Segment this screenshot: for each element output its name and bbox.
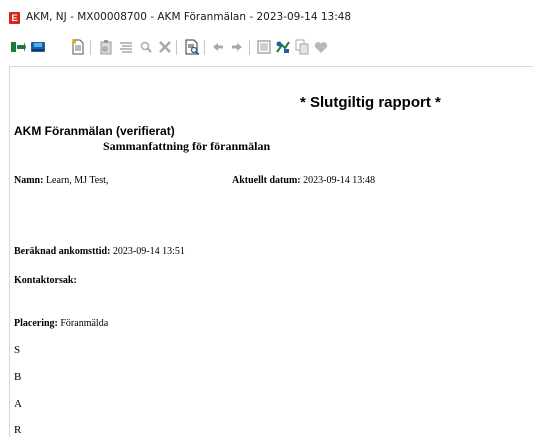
paste-icon[interactable] bbox=[98, 39, 114, 55]
toolbar-separator bbox=[176, 40, 177, 55]
copy-icon[interactable] bbox=[294, 39, 310, 55]
forward-arrow-icon[interactable] bbox=[229, 39, 245, 55]
save-icon[interactable] bbox=[30, 39, 46, 55]
print-preview-icon[interactable] bbox=[184, 39, 200, 55]
sign-icon[interactable] bbox=[275, 39, 291, 55]
application-window: E AKM, NJ - MX00008700 - AKM Föranmälan … bbox=[0, 0, 533, 437]
placement-value: Föranmälda bbox=[60, 318, 109, 329]
toolbar-separator bbox=[90, 40, 91, 55]
name-field: Namn: Learn, MJ Test, bbox=[14, 175, 108, 186]
window-title: AKM, NJ - MX00008700 - AKM Föranmälan - … bbox=[26, 11, 352, 23]
name-value: Learn, MJ Test, bbox=[45, 175, 109, 186]
app-icon: E bbox=[9, 12, 20, 24]
placement-field: Placering: Föranmälda bbox=[14, 318, 108, 329]
eta-value: 2023-09-14 13:51 bbox=[112, 246, 185, 257]
heart-icon[interactable] bbox=[313, 39, 329, 55]
back-arrow-icon[interactable] bbox=[210, 39, 226, 55]
image-icon[interactable] bbox=[256, 39, 272, 55]
sbar-a: A bbox=[14, 398, 22, 410]
current-date-field: Aktuellt datum: 2023-09-14 13:48 bbox=[232, 175, 375, 186]
eta-field: Beräknad ankomsttid: 2023-09-14 13:51 bbox=[14, 246, 185, 257]
title-bar: E AKM, NJ - MX00008700 - AKM Föranmälan … bbox=[0, 0, 533, 34]
name-label: Namn: bbox=[14, 175, 44, 186]
contact-reason-label: Kontaktorsak: bbox=[14, 275, 77, 286]
sbar-s: S bbox=[14, 344, 21, 356]
eta-label: Beräknad ankomsttid: bbox=[14, 246, 111, 257]
align-icon[interactable] bbox=[118, 39, 134, 55]
report-subtitle: Sammanfattning för föranmälan bbox=[103, 139, 271, 153]
toolbar-separator bbox=[249, 40, 250, 55]
current-date-label: Aktuellt datum: bbox=[232, 175, 301, 186]
new-document-icon[interactable] bbox=[70, 39, 86, 55]
sbar-r: R bbox=[14, 424, 22, 436]
report-title: AKM Föranmälan (verifierat) bbox=[14, 124, 175, 138]
contact-reason-field: Kontaktorsak: bbox=[14, 275, 77, 286]
zoom-icon[interactable] bbox=[138, 39, 154, 55]
placement-label: Placering: bbox=[14, 318, 58, 329]
sbar-b: B bbox=[14, 371, 22, 383]
current-date-value: 2023-09-14 13:48 bbox=[303, 175, 376, 186]
insert-icon[interactable] bbox=[10, 39, 26, 55]
delete-icon[interactable] bbox=[157, 39, 173, 55]
report-status-banner: * Slutgiltig rapport * bbox=[300, 94, 441, 111]
toolbar-separator bbox=[204, 40, 205, 55]
